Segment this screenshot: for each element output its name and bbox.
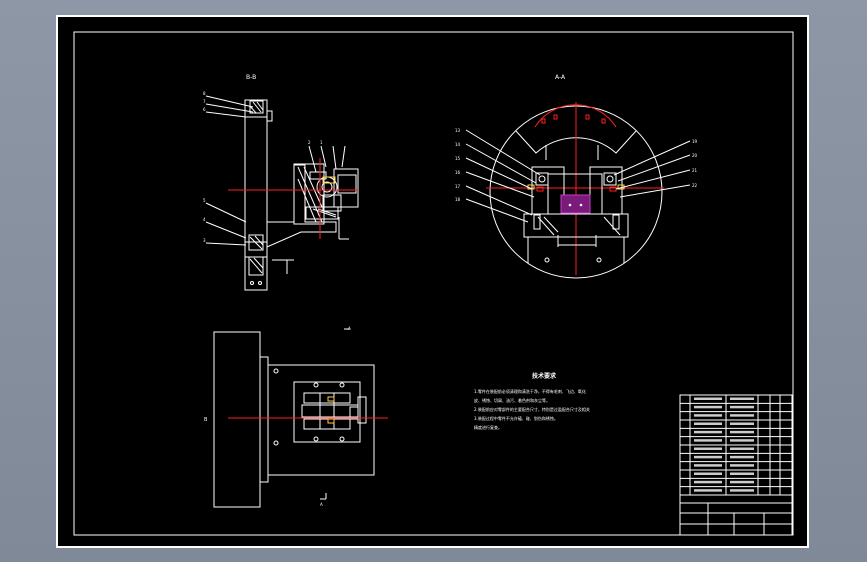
drawing-sheet: B-B 8 7 6 5 4 3 2 1 A-A 13 14 15 16 17 1… <box>56 15 809 548</box>
bom-row-mark <box>694 464 722 467</box>
left-callout-7: 7 <box>203 99 206 104</box>
title-block <box>679 394 793 536</box>
bottom-view-label-bottom: A <box>320 502 323 507</box>
right-callout-20: 20 <box>692 153 698 158</box>
bom-row-mark <box>694 447 722 450</box>
tech-title: 技术要求 <box>532 372 557 380</box>
bom-row-mark <box>730 405 754 409</box>
right-callout-22: 22 <box>692 183 698 188</box>
bom-row-mark <box>730 414 754 417</box>
right-callout-14: 14 <box>455 142 461 147</box>
right-callout-15: 15 <box>455 156 461 161</box>
inner-frame <box>73 31 794 536</box>
bom-row-mark <box>730 489 754 492</box>
bom-row-mark <box>730 447 754 450</box>
bottom-view: A A B <box>204 326 388 508</box>
bom-row-mark <box>694 422 722 425</box>
tech-line-5: 精度进行复查。 <box>474 424 502 430</box>
right-callout-16: 16 <box>455 170 461 175</box>
drawing-canvas: B-B 8 7 6 5 4 3 2 1 A-A 13 14 15 16 17 1… <box>73 31 794 536</box>
left-callout-1: 1 <box>320 140 323 145</box>
technical-requirements: 技术要求 1.零件在装配前必须清理和清洗干净，不得有毛刺、飞边、氧化 皮、锈蚀、… <box>474 372 590 430</box>
left-callout-5: 5 <box>203 198 206 203</box>
left-callout-3: 3 <box>203 238 206 243</box>
bom-row-mark <box>694 455 722 459</box>
bom-row-mark <box>694 430 722 434</box>
tech-line-4: 3.装配过程中零件不允许磕、碰、划伤和锈蚀。 <box>474 415 558 421</box>
left-callout-4: 4 <box>203 217 206 222</box>
bom-row-mark <box>694 472 722 475</box>
bom-row-mark <box>694 397 722 400</box>
bottom-view-label-top: A <box>348 326 351 331</box>
right-callout-19: 19 <box>692 139 698 144</box>
bom-row-mark <box>694 405 722 409</box>
left-callout-2: 2 <box>308 140 311 145</box>
tech-line-1: 1.零件在装配前必须清理和清洗干净，不得有毛刺、飞边、氧化 <box>474 388 586 394</box>
right-callout-17: 17 <box>455 184 461 189</box>
tech-line-3: 2.装配前应对零部件的主要配合尺寸，特别是过盈配合尺寸及相关 <box>474 406 590 412</box>
cad-viewport[interactable]: B-B 8 7 6 5 4 3 2 1 A-A 13 14 15 16 17 1… <box>0 0 867 562</box>
right-callout-18: 18 <box>455 197 461 202</box>
bom-row-mark <box>730 422 754 425</box>
right-callout-21: 21 <box>692 168 698 173</box>
left-callout-6: 6 <box>203 107 206 112</box>
bom-row-mark <box>730 472 754 475</box>
right-callout-13: 13 <box>455 128 461 133</box>
bom-row-mark <box>694 414 722 417</box>
left-callout-8: 8 <box>203 91 206 96</box>
side-label: B <box>204 417 208 423</box>
tech-line-2: 皮、锈蚀、切屑、油污、着色剂和灰尘等。 <box>474 397 550 403</box>
bom-row-mark <box>730 480 754 484</box>
bom-row-mark <box>730 439 754 442</box>
left-section-label: B-B <box>246 74 256 81</box>
bom-row-mark <box>730 464 754 467</box>
bom-row-mark <box>694 480 722 484</box>
bom-row-mark <box>730 430 754 434</box>
bom-row-mark <box>730 397 754 400</box>
bom-row-mark <box>694 489 722 492</box>
bom-row-mark <box>694 439 722 442</box>
right-section-label: A-A <box>555 74 566 81</box>
right-section-view: A-A 13 14 15 16 17 18 19 20 21 22 <box>455 74 698 279</box>
bom-row-mark <box>730 455 754 459</box>
left-section-view: B-B 8 7 6 5 4 3 2 1 <box>203 74 359 291</box>
